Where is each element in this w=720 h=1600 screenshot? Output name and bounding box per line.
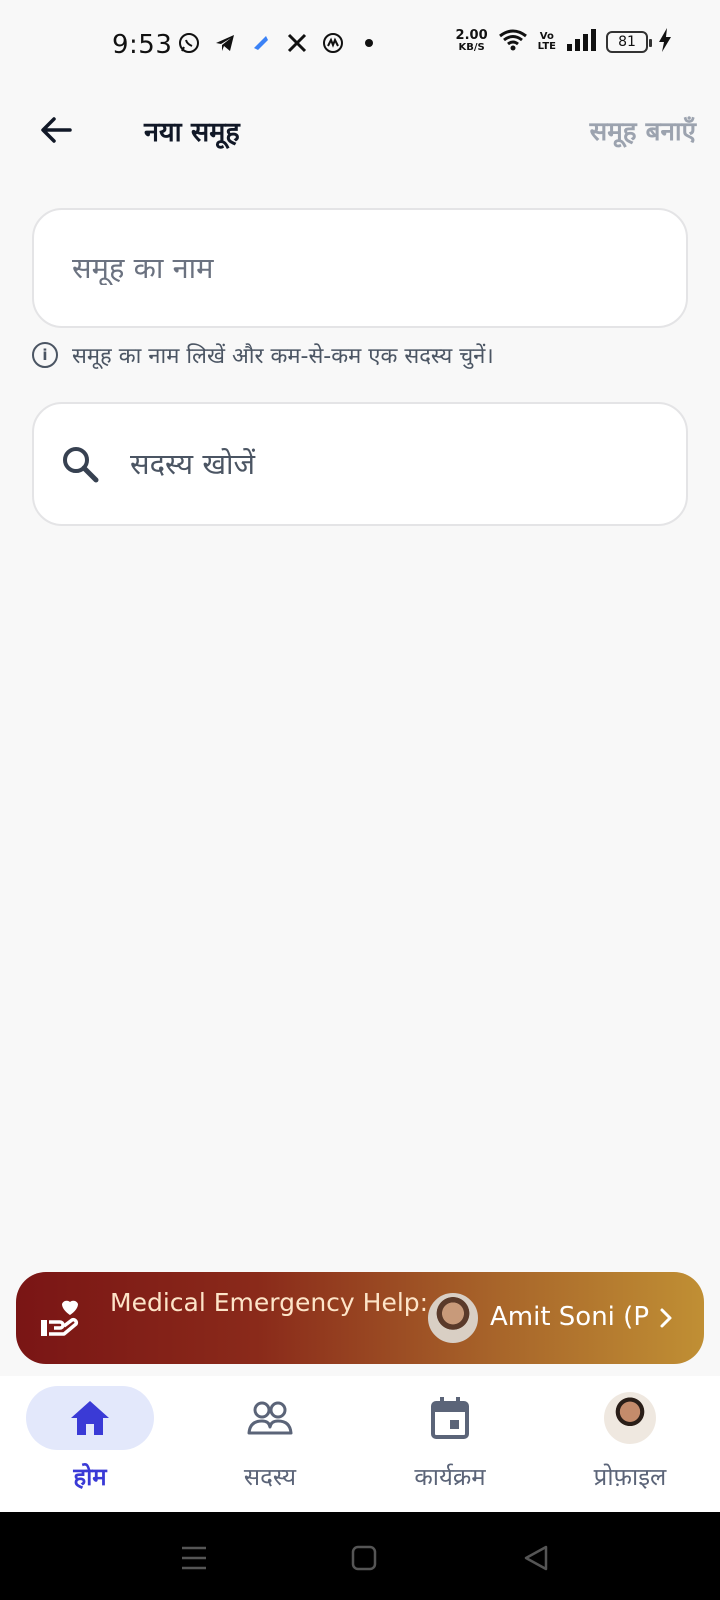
nav-profile-label: प्रोफ़ाइल <box>593 1463 667 1491</box>
emergency-marquee-text: Medical Emergency Help: <box>110 1288 429 1317</box>
battery-level: 81 <box>618 34 636 50</box>
search-icon <box>60 442 100 486</box>
telegram-icon <box>212 30 238 56</box>
system-navigation-bar <box>0 1512 720 1600</box>
chevron-right-icon[interactable] <box>646 1298 686 1338</box>
nav-profile-pill <box>566 1386 694 1450</box>
nav-members-label: सदस्य <box>243 1463 297 1491</box>
helping-hand-heart-icon <box>38 1296 82 1340</box>
recent-apps-button[interactable] <box>178 1542 210 1574</box>
net-speed: 2.00 KB/S <box>455 28 488 54</box>
group-name-field[interactable] <box>32 208 688 328</box>
members-icon <box>247 1401 293 1435</box>
volte-indicator: Vo LTE <box>538 32 556 52</box>
signal-icon <box>566 29 596 55</box>
volte-bottom: LTE <box>537 41 556 52</box>
page-title: नया समूह <box>144 117 240 148</box>
nav-events-pill <box>386 1386 514 1450</box>
x-icon <box>284 30 310 56</box>
group-name-input[interactable] <box>72 251 686 285</box>
status-bar: 9:53 2.00 KB/S Vo LTE 81 <box>0 0 720 96</box>
status-time: 9:53 <box>112 30 173 60</box>
hint-row: i समूह का नाम लिखें और कम-से-कम एक सदस्य… <box>32 340 494 370</box>
create-group-button[interactable]: समूह बनाएँ <box>590 112 696 148</box>
dot-icon <box>356 30 382 56</box>
net-speed-unit: KB/S <box>458 42 485 53</box>
notification-icons <box>176 30 382 56</box>
nav-home[interactable]: होम <box>10 1386 170 1506</box>
contact-avatar <box>428 1293 478 1343</box>
nav-events-label: कार्यक्रम <box>414 1463 486 1491</box>
battery-indicator: 81 <box>606 31 652 53</box>
net-speed-value: 2.00 <box>455 28 488 43</box>
home-icon <box>71 1401 109 1435</box>
info-icon: i <box>32 342 58 368</box>
wifi-icon <box>498 28 528 56</box>
nav-events[interactable]: कार्यक्रम <box>370 1386 530 1506</box>
threads-icon <box>320 30 346 56</box>
whatsapp-icon <box>176 30 202 56</box>
arrow-left-icon <box>41 117 72 143</box>
nav-profile[interactable]: प्रोफ़ाइल <box>550 1386 710 1506</box>
member-search-field[interactable] <box>32 402 688 526</box>
menu-icon <box>182 1546 206 1570</box>
back-system-button[interactable] <box>520 1542 552 1574</box>
member-search-input[interactable] <box>130 447 686 481</box>
nav-members[interactable]: सदस्य <box>190 1386 350 1506</box>
charging-icon <box>658 28 672 56</box>
medical-emergency-banner[interactable]: Medical Emergency Help: Amit Soni (P <box>16 1272 704 1364</box>
system-status-icons: 2.00 KB/S Vo LTE 81 <box>456 28 672 56</box>
square-icon <box>351 1545 377 1571</box>
home-button[interactable] <box>348 1542 380 1574</box>
nav-members-pill <box>206 1386 334 1450</box>
triangle-back-icon <box>524 1545 548 1571</box>
contact-name: Amit Soni (P <box>490 1302 649 1332</box>
nav-home-label: होम <box>73 1463 107 1491</box>
back-button[interactable] <box>34 108 78 152</box>
calendar-icon <box>431 1397 469 1439</box>
hint-text: समूह का नाम लिखें और कम-से-कम एक सदस्य च… <box>72 344 494 369</box>
top-app-bar: नया समूह समूह बनाएँ <box>0 96 720 164</box>
bottom-navigation: होम सदस्य कार्यक्रम प्रोफ़ाइल <box>0 1376 720 1512</box>
app-blue-icon <box>248 30 274 56</box>
nav-home-pill <box>26 1386 154 1450</box>
profile-avatar <box>604 1392 656 1444</box>
